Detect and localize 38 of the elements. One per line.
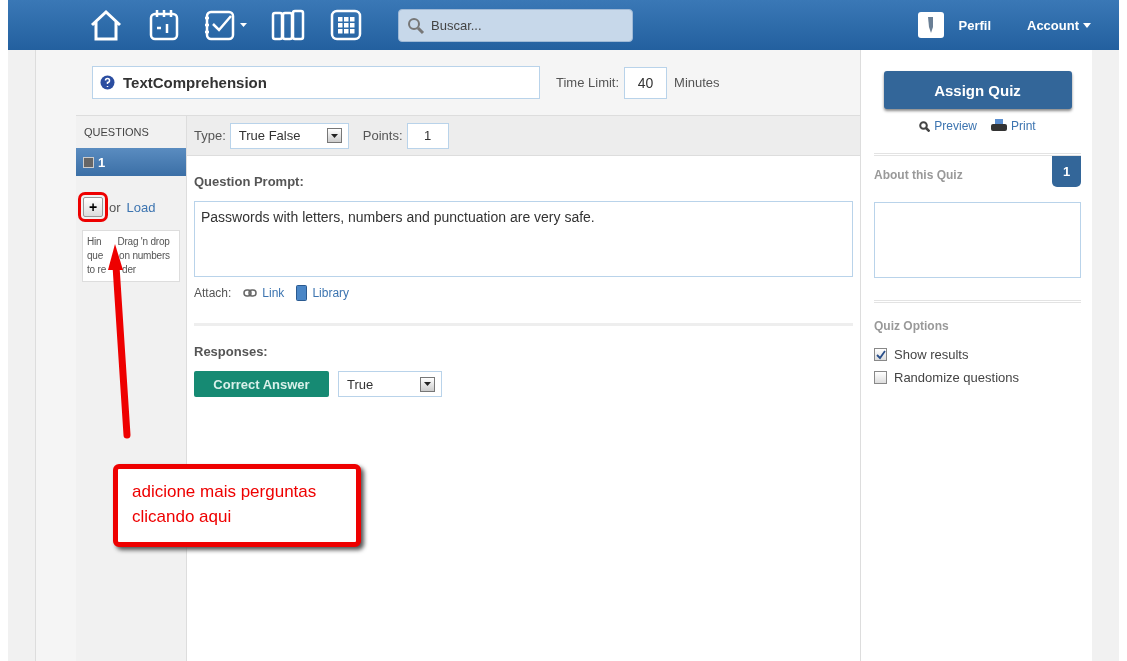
time-limit-field[interactable]: 40 <box>624 66 668 99</box>
option-label[interactable]: Randomize questions <box>894 370 1020 385</box>
options-heading: Quiz Options <box>874 319 950 333</box>
minutes-label: Minutes <box>674 75 720 90</box>
hint-text: on numbers <box>119 249 170 263</box>
question-item[interactable]: 1 <box>76 148 186 176</box>
or-text: or <box>109 199 121 215</box>
library-button[interactable]: Library <box>296 285 350 301</box>
hint-text: der <box>122 263 136 277</box>
time-limit-label: Time Limit: <box>556 75 620 90</box>
hint-text: Drag 'n drop <box>117 235 170 249</box>
hint-text: to re <box>87 263 106 277</box>
prompt-heading: Question Prompt: <box>194 174 305 189</box>
preview-link[interactable]: Preview <box>919 119 977 133</box>
about-heading: About this Quiz <box>874 168 963 182</box>
option-label[interactable]: Show results <box>894 347 969 362</box>
points-label: Points: <box>362 128 403 143</box>
quiz-title-field[interactable]: TextComprehension <box>92 66 540 99</box>
load-link[interactable]: Load <box>126 199 156 215</box>
assign-quiz-button[interactable]: Assign Quiz <box>883 71 1072 109</box>
link-button[interactable]: Link <box>243 286 285 300</box>
annotation-callout: adicione mais perguntas clicando aqui <box>113 464 361 547</box>
responses-heading: Responses: <box>194 344 269 359</box>
print-link[interactable]: Print <box>991 119 1036 133</box>
points-field[interactable]: 1 <box>406 122 449 149</box>
questions-heading: QUESTIONS <box>83 125 150 140</box>
profile-link[interactable]: Perfil <box>958 17 991 33</box>
question-count-badge: 1 <box>1052 156 1081 187</box>
hint-text: Hin <box>87 235 102 249</box>
answer-select[interactable]: True <box>338 371 442 397</box>
search-field[interactable]: Buscar... <box>398 8 633 42</box>
attach-label: Attach: <box>194 286 232 300</box>
type-label: Type: <box>194 128 226 143</box>
hint-text: que <box>87 249 104 263</box>
prompt-field[interactable]: Passwords with letters, numbers and punctuation are very safe. <box>194 201 853 277</box>
type-select[interactable]: True False <box>229 122 349 149</box>
correct-answer-label: Correct Answer <box>194 371 329 397</box>
account-menu[interactable]: Account <box>1027 17 1091 33</box>
